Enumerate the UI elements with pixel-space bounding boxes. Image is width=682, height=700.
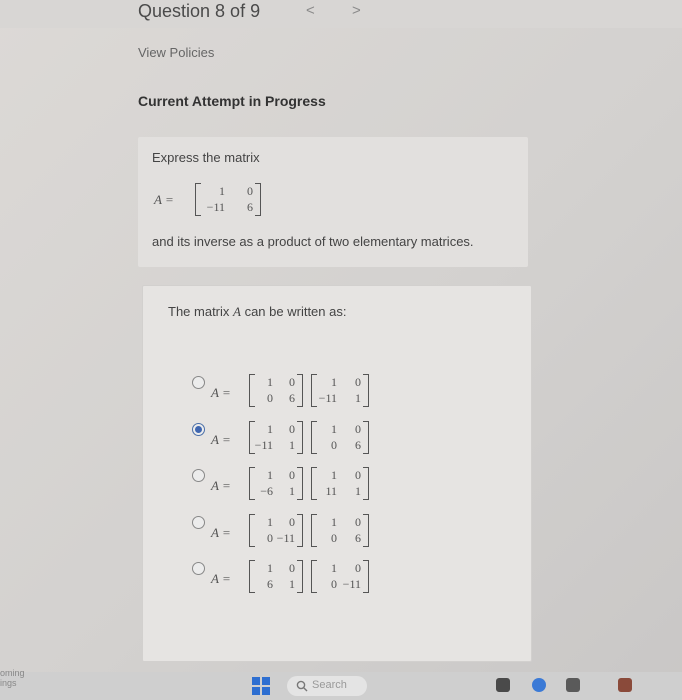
option-5-second-matrix-right-bracket: [363, 560, 369, 593]
question-matrix-body-right-bracket: [255, 183, 261, 216]
matrix-entry: 6: [267, 577, 273, 591]
matrix-entry: 1: [331, 422, 337, 436]
matrix-entry: 1: [289, 438, 295, 452]
question-counter: Question 8 of 9: [138, 1, 261, 21]
windows-start-icon[interactable]: [252, 677, 270, 695]
matrix-entry: 1: [267, 561, 273, 575]
matrix-entry: 0: [289, 375, 295, 389]
corner-notification: oming ings: [0, 668, 25, 688]
matrix-entry: 0: [355, 422, 361, 436]
matrix-entry: 1: [355, 484, 361, 498]
option-3-first-matrix-right-bracket: [297, 467, 303, 500]
option-label: A =: [211, 525, 231, 540]
matrix-entry: 1: [289, 484, 295, 498]
matrix-entry: −6: [260, 484, 273, 498]
matrix-entry: −11: [254, 438, 273, 452]
taskbar-app-icon-2[interactable]: [618, 678, 632, 692]
option-radio-5[interactable]: [192, 562, 205, 575]
top-bar: [0, 0, 682, 28]
matrix-entry: 0: [331, 531, 337, 545]
file-explorer-icon[interactable]: [566, 678, 580, 692]
matrix-entry: 1: [331, 468, 337, 482]
option-radio-3[interactable]: [192, 469, 205, 482]
question-intro: Express the matrix: [152, 150, 260, 165]
matrix-entry: −11: [206, 200, 225, 214]
option-5-first-matrix: 1 0 6 1: [249, 560, 303, 594]
matrix-entry: 1: [355, 391, 361, 405]
option-radio-4[interactable]: [192, 516, 205, 529]
matrix-entry: 0: [331, 438, 337, 452]
option-4-second-matrix: 1 0 0 6: [311, 514, 369, 548]
option-4-first-matrix: 1 0 0 −11: [249, 514, 303, 548]
option-4-first-matrix-right-bracket: [297, 514, 303, 547]
taskbar-app-icon[interactable]: [496, 678, 510, 692]
option-3-second-matrix-right-bracket: [363, 467, 369, 500]
option-1-first-matrix-right-bracket: [297, 374, 303, 407]
matrix-entry: 0: [355, 515, 361, 529]
option-1-second-matrix: 1 0 −11 1: [311, 374, 369, 408]
matrix-entry: 1: [289, 577, 295, 591]
matrix-entry: 1: [267, 422, 273, 436]
matrix-entry: 0: [289, 561, 295, 575]
browser-icon[interactable]: [532, 678, 546, 692]
matrix-entry: 0: [289, 422, 295, 436]
matrix-entry: 6: [289, 391, 295, 405]
matrix-entry: −11: [342, 577, 361, 591]
matrix-entry: 6: [247, 200, 253, 214]
question-matrix-body: 1 0 −11 6: [195, 183, 261, 217]
matrix-entry: 0: [247, 184, 253, 198]
option-radio-2[interactable]: [192, 423, 205, 436]
matrix-entry: 1: [267, 468, 273, 482]
option-4-second-matrix-right-bracket: [363, 514, 369, 547]
prev-question-icon[interactable]: <: [306, 2, 315, 19]
matrix-entry: 0: [267, 531, 273, 545]
option-3-second-matrix: 1 0 11 1: [311, 467, 369, 501]
option-5-second-matrix: 1 0 0 −11: [311, 560, 369, 594]
option-radio-1[interactable]: [192, 376, 205, 389]
search-icon: [296, 680, 308, 692]
matrix-entry: 0: [355, 375, 361, 389]
option-3-first-matrix: 1 0 −6 1: [249, 467, 303, 501]
option-label: A =: [211, 571, 231, 586]
option-label: A =: [211, 478, 231, 493]
matrix-entry: 11: [325, 484, 337, 498]
matrix-entry: 1: [219, 184, 225, 198]
option-2-first-matrix: 1 0 −11 1: [249, 421, 303, 455]
matrix-entry: 0: [289, 515, 295, 529]
option-label: A =: [211, 385, 231, 400]
question-outro: and its inverse as a product of two elem…: [152, 234, 474, 249]
option-label: A =: [211, 432, 231, 447]
matrix-entry: 1: [331, 375, 337, 389]
attempt-status-heading: Current Attempt in Progress: [138, 93, 326, 109]
answer-prompt: The matrix A can be written as:: [168, 304, 347, 319]
matrix-entry: 0: [331, 577, 337, 591]
matrix-entry: 6: [355, 531, 361, 545]
option-1-second-matrix-right-bracket: [363, 374, 369, 407]
matrix-entry: 6: [355, 438, 361, 452]
matrix-entry: 1: [331, 515, 337, 529]
matrix-entry: 1: [331, 561, 337, 575]
matrix-entry: −11: [318, 391, 337, 405]
matrix-entry: 0: [355, 561, 361, 575]
matrix-entry: −11: [276, 531, 295, 545]
matrix-entry: 0: [267, 391, 273, 405]
matrix-entry: 1: [267, 515, 273, 529]
matrix-entry: 1: [267, 375, 273, 389]
option-1-first-matrix: 1 0 0 6: [249, 374, 303, 408]
view-policies-link[interactable]: View Policies: [138, 45, 214, 60]
question-matrix-label: A =: [154, 192, 174, 207]
option-2-second-matrix: 1 0 0 6: [311, 421, 369, 455]
next-question-icon[interactable]: >: [352, 2, 361, 19]
option-2-second-matrix-right-bracket: [363, 421, 369, 454]
option-5-first-matrix-right-bracket: [297, 560, 303, 593]
taskbar-search-text: Search: [312, 679, 347, 691]
matrix-entry: 0: [289, 468, 295, 482]
option-2-first-matrix-right-bracket: [297, 421, 303, 454]
matrix-entry: 0: [355, 468, 361, 482]
